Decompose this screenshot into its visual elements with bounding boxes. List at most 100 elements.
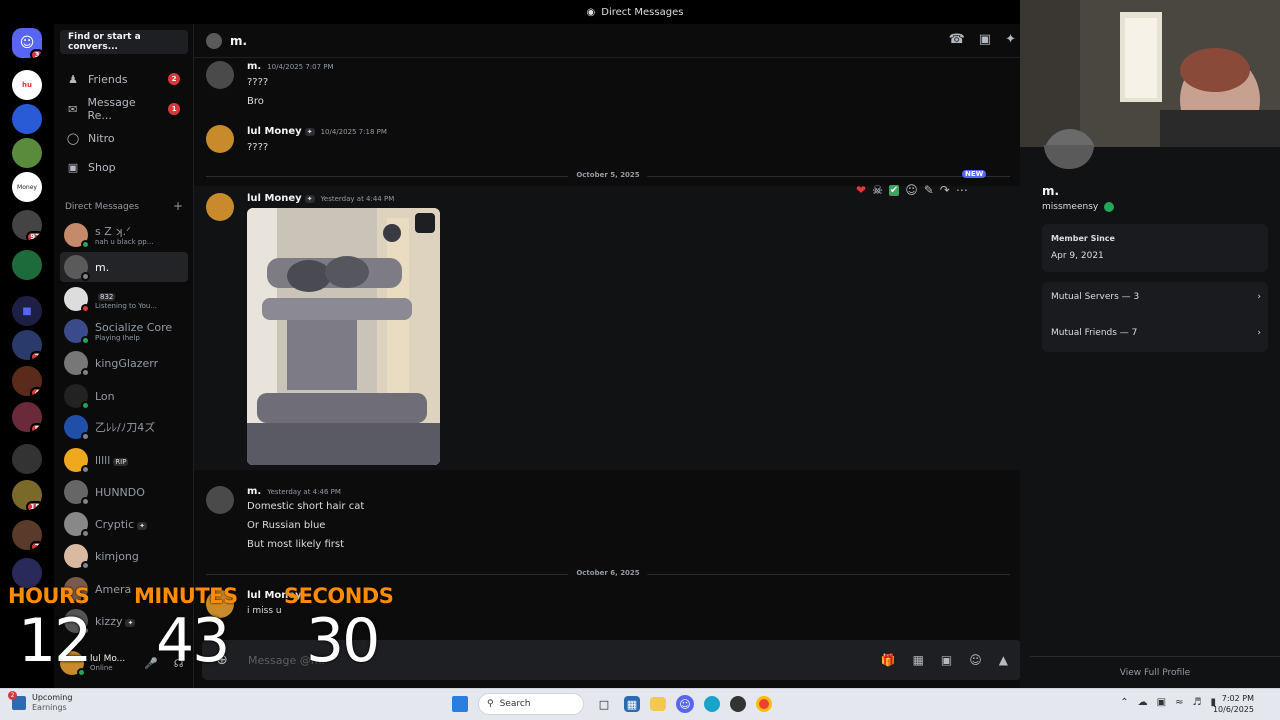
- pin-icon[interactable]: ✦: [1005, 32, 1016, 47]
- message-author[interactable]: lul Money: [247, 590, 302, 601]
- dm-item[interactable]: HUNNDO: [60, 477, 188, 507]
- sticker-icon[interactable]: ▣: [941, 653, 952, 667]
- server-icon[interactable]: [12, 444, 42, 474]
- server-icon[interactable]: [12, 138, 42, 168]
- nav-shop[interactable]: ▣ Shop: [60, 154, 186, 180]
- server-icon[interactable]: [12, 104, 42, 134]
- windows-start-icon[interactable]: [452, 696, 468, 712]
- dm-item[interactable]: Amera: [60, 574, 188, 604]
- message-composer: ⊕ Message @m. 🎁 ▦ ▣ ☺ ▲: [202, 640, 1022, 680]
- nav-friends[interactable]: ♟ Friends 2: [60, 66, 186, 92]
- dm-item[interactable]: kimjong: [60, 541, 188, 571]
- headphones-icon[interactable]: ☊: [174, 657, 184, 670]
- dm-item[interactable]: Socialize Core Playing Ihelp: [60, 316, 188, 346]
- edge-icon[interactable]: [704, 696, 720, 712]
- activities-icon[interactable]: ▲: [999, 653, 1008, 667]
- chevron-up-icon[interactable]: ⌃: [1120, 697, 1128, 708]
- avatar: [64, 577, 90, 603]
- cloud-icon[interactable]: ☁: [1138, 697, 1148, 708]
- message-author[interactable]: m. 10/4/2025 7:07 PM: [247, 61, 334, 72]
- mutual-friends-row[interactable]: Mutual Friends — 7 ›: [1051, 328, 1261, 338]
- volume-icon[interactable]: ♬: [1193, 697, 1202, 708]
- author-name: m.: [247, 486, 262, 497]
- dm-status-text: nah u black pp...: [95, 237, 154, 246]
- skull-reaction-icon[interactable]: ☠: [872, 183, 883, 197]
- message-author[interactable]: lul Money ✦ 10/4/2025 7:18 PM: [247, 126, 387, 137]
- author-avatar[interactable]: [206, 125, 234, 153]
- store-icon[interactable]: ▦: [624, 696, 640, 712]
- server-icon[interactable]: 15: [12, 480, 42, 510]
- nav-message-requests[interactable]: ✉ Message Re... 1: [60, 96, 186, 122]
- dm-item[interactable]: 832 Listening to You...: [60, 284, 188, 314]
- server-icon[interactable]: 4: [12, 366, 42, 396]
- user-avatar[interactable]: [60, 651, 86, 677]
- edit-icon[interactable]: ✎: [924, 183, 934, 197]
- more-icon[interactable]: ⋯: [956, 183, 968, 197]
- server-icon[interactable]: 5: [12, 402, 42, 432]
- task-view-icon[interactable]: □: [594, 694, 614, 714]
- server-icon[interactable]: 97: [12, 210, 42, 240]
- message-author[interactable]: lul Money ✦ Yesterday at 4:44 PM: [247, 193, 394, 204]
- server-icon[interactable]: 2: [12, 330, 42, 360]
- forward-icon[interactable]: ↷: [940, 183, 950, 197]
- obs-icon[interactable]: [730, 696, 746, 712]
- message-input[interactable]: Message @m.: [248, 654, 325, 667]
- file-explorer-icon[interactable]: [650, 697, 666, 711]
- discord-taskbar-icon[interactable]: ☺: [676, 695, 694, 713]
- server-icon[interactable]: [12, 250, 42, 280]
- dm-name: m.: [95, 260, 110, 274]
- dm-item-selected[interactable]: m.: [60, 252, 188, 282]
- view-full-profile-button[interactable]: View Full Profile: [1030, 656, 1280, 688]
- server-icon[interactable]: hu: [12, 70, 42, 100]
- gif-icon[interactable]: ▦: [913, 653, 924, 667]
- dm-item[interactable]: Lon: [60, 381, 188, 411]
- server-icon[interactable]: [12, 558, 42, 588]
- find-conversation-button[interactable]: Find or start a convers...: [60, 30, 188, 54]
- nav-label: Nitro: [88, 131, 115, 145]
- microphone-icon[interactable]: 🎤: [144, 657, 158, 670]
- taskbar-clock[interactable]: 7:02 PM 10/6/2025: [1213, 693, 1254, 715]
- server-folder[interactable]: ■: [12, 296, 42, 326]
- dm-item[interactable]: ꜱ Z ʞ.ᐟ nah u black pp...: [60, 220, 188, 250]
- nav-nitro[interactable]: ◯ Nitro: [60, 125, 186, 151]
- author-avatar[interactable]: [206, 486, 234, 514]
- status-indicator: [81, 529, 90, 538]
- dm-name-text: kizzy: [95, 614, 123, 628]
- add-reaction-icon[interactable]: ☺: [905, 183, 918, 197]
- system-tray: ⌃ ☁ ▣ ≈ ♬ ▮: [1120, 697, 1216, 708]
- heart-reaction-icon[interactable]: ❤: [856, 183, 866, 197]
- mutual-servers-label: Mutual Servers — 3: [1051, 292, 1140, 302]
- home-button[interactable]: ☺ 3: [12, 28, 42, 58]
- author-avatar[interactable]: [206, 61, 234, 89]
- dm-item[interactable]: kizzy ✦: [60, 606, 188, 636]
- server-icon[interactable]: 7: [12, 520, 42, 550]
- create-dm-button[interactable]: +: [173, 199, 183, 213]
- dm-item[interactable]: lllll RIP: [60, 445, 188, 475]
- dm-item[interactable]: 乙ﾚﾚ/ﾉ刀4ズ: [60, 412, 188, 442]
- stock-chart-icon: 2: [8, 691, 26, 710]
- friends-badge: 2: [168, 73, 180, 85]
- video-call-icon[interactable]: ▣: [979, 32, 991, 47]
- check-reaction-icon[interactable]: ✔: [888, 184, 900, 196]
- profile-avatar[interactable]: [1044, 145, 1094, 169]
- widgets-button[interactable]: 2 Upcoming Earnings: [8, 691, 72, 713]
- dm-item[interactable]: Cryptic ✦: [60, 509, 188, 539]
- author-avatar[interactable]: [206, 193, 234, 221]
- server-icon[interactable]: Money: [12, 172, 42, 202]
- author-avatar[interactable]: [206, 590, 234, 618]
- chrome-icon[interactable]: [756, 696, 772, 712]
- gift-icon[interactable]: 🎁: [881, 653, 896, 667]
- wifi-icon[interactable]: ≈: [1175, 697, 1183, 708]
- app-tray-icon[interactable]: ▣: [1157, 697, 1166, 708]
- emoji-icon[interactable]: ☺: [969, 653, 982, 667]
- attach-plus-icon[interactable]: ⊕: [216, 652, 228, 668]
- voice-call-icon[interactable]: ☎: [949, 32, 965, 47]
- taskbar-search[interactable]: ⚲ Search: [478, 693, 584, 715]
- date-divider-label: October 6, 2025: [568, 569, 648, 577]
- message-author[interactable]: m. Yesterday at 4:46 PM: [247, 486, 341, 497]
- image-attachment[interactable]: [247, 208, 440, 465]
- dm-item[interactable]: kingGlazerr: [60, 348, 188, 378]
- message-text: ????: [247, 77, 269, 88]
- mutuals-card: Mutual Servers — 3 › Mutual Friends — 7 …: [1042, 282, 1268, 352]
- mutual-servers-row[interactable]: Mutual Servers — 3 ›: [1051, 292, 1261, 302]
